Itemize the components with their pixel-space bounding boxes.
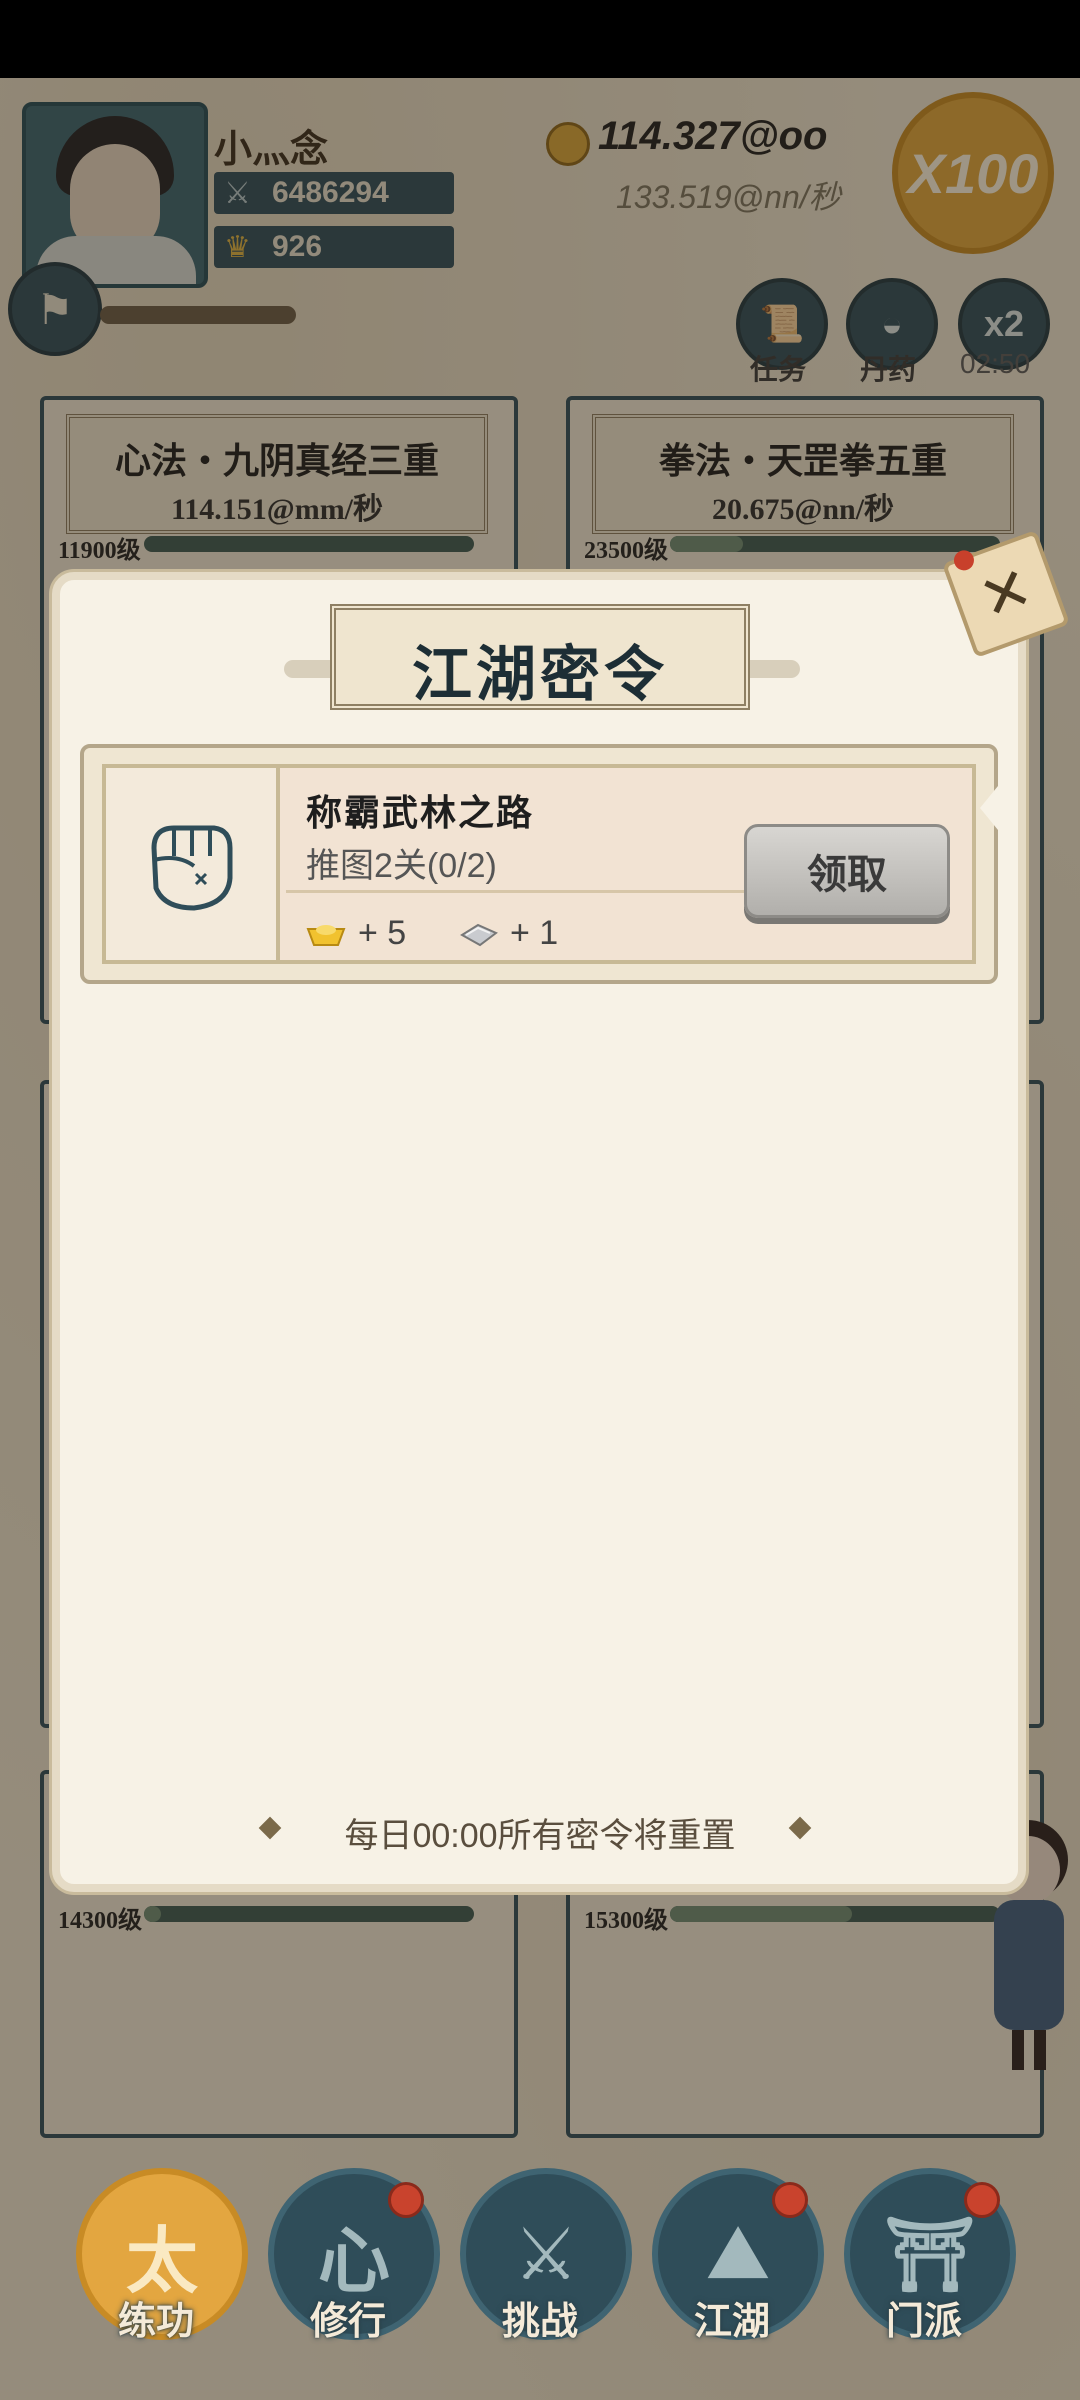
- task-description: 推图2关(0/2): [306, 847, 497, 885]
- notification-dot: [964, 2182, 1000, 2218]
- status-bar: [0, 0, 1080, 78]
- nav-practice-label: 练功: [117, 2301, 194, 2343]
- nav-jianghu-label: 江湖: [693, 2301, 770, 2343]
- reward-silver-amount: + 1: [510, 914, 559, 952]
- reward-ingot: + 5: [306, 914, 406, 953]
- gold-ingot-icon: [306, 924, 346, 946]
- task-name: 称霸武林之路: [306, 793, 535, 833]
- nav-challenge-label: 挑战: [501, 2301, 578, 2343]
- nav-sect-label: 门派: [885, 2301, 962, 2343]
- mountain-icon: ⛰: [707, 2213, 769, 2293]
- card-notch: [980, 786, 998, 830]
- close-icon: ✕: [970, 553, 1041, 634]
- dialog-title-banner: 江湖密令: [330, 604, 750, 710]
- reward-silver: + 1: [458, 914, 558, 953]
- task-inner: 称霸武林之路 推图2关(0/2) + 5 + 1 领取: [102, 764, 976, 964]
- gate-icon: ⛩: [884, 2214, 976, 2295]
- nav-cultivate-label: 修行: [309, 2301, 386, 2343]
- claim-button[interactable]: 领取: [744, 824, 950, 918]
- notification-dot: [388, 2182, 424, 2218]
- task-card: 称霸武林之路 推图2关(0/2) + 5 + 1 领取: [80, 744, 998, 984]
- fist-icon: [151, 825, 233, 911]
- reward-ingot-amount: + 5: [358, 914, 407, 952]
- silver-bar-icon: [460, 923, 498, 946]
- notification-dot: [772, 2182, 808, 2218]
- task-icon-box: [106, 768, 280, 960]
- crossed-swords-icon: ⚔: [513, 2215, 579, 2295]
- reset-note: 每日00:00所有密令将重置: [344, 1817, 736, 1855]
- dialog-title: 江湖密令: [412, 641, 668, 708]
